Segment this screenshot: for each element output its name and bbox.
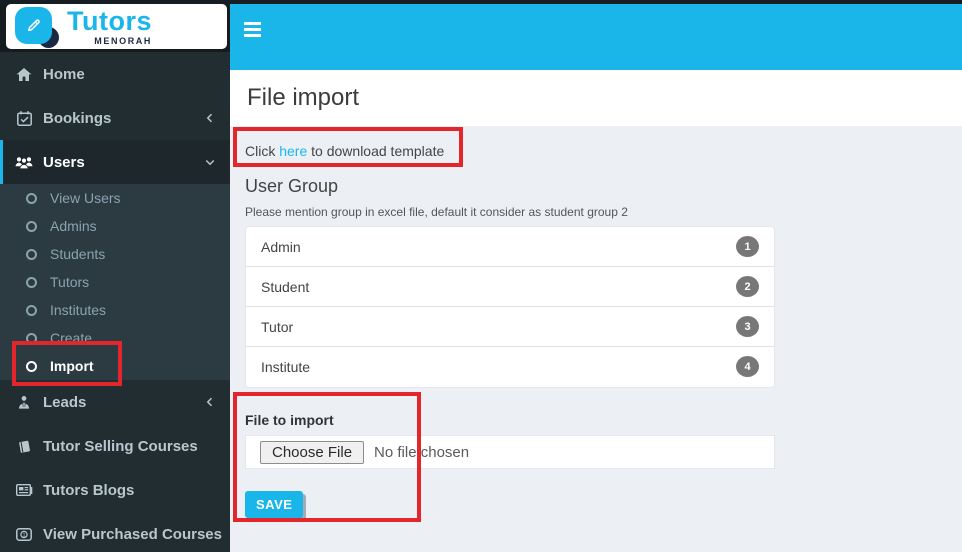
sidebar-item-leads[interactable]: Leads <box>0 380 230 424</box>
book-icon <box>14 439 34 454</box>
sidebar-subitem-institutes[interactable]: Institutes <box>0 296 230 324</box>
pencil-icon <box>15 6 52 44</box>
sidebar-subitem-import[interactable]: Import <box>0 352 230 380</box>
chevron-down-icon <box>204 156 216 168</box>
user-group-list: Admin 1 Student 2 Tutor 3 Institute 4 <box>245 226 775 388</box>
sidebar-subitem-label: Tutors <box>50 274 90 290</box>
sidebar-item-view-purchased-courses[interactable]: 1 View Purchased Courses <box>0 512 230 552</box>
circle-icon <box>26 304 37 316</box>
chevron-left-icon <box>204 396 216 408</box>
download-template-hint: Click here to download template <box>245 143 947 159</box>
circle-icon <box>26 360 37 372</box>
brand-name: Tutors <box>67 5 152 36</box>
users-submenu: View Users Admins Students Tutors Instit… <box>0 184 230 380</box>
app-window: Tutors MENORAH Home Bookings Users View … <box>0 0 962 552</box>
calendar-icon <box>14 110 34 126</box>
list-item-institute: Institute 4 <box>246 347 774 387</box>
group-badge: 2 <box>736 276 759 297</box>
user-group-hint: Please mention group in excel file, defa… <box>245 205 628 219</box>
group-name: Tutor <box>261 318 294 335</box>
group-name: Institute <box>261 359 311 375</box>
group-name: Student <box>261 278 310 295</box>
save-button[interactable]: SAVE <box>245 491 304 518</box>
sidebar-subitem-label: Admins <box>50 218 97 234</box>
circle-icon <box>26 248 37 260</box>
page-header: File import <box>230 70 962 126</box>
download-template-link[interactable]: here <box>279 143 307 159</box>
sidebar: Tutors MENORAH Home Bookings Users View … <box>0 0 230 552</box>
sidebar-item-tutor-selling-courses[interactable]: Tutor Selling Courses <box>0 424 230 468</box>
sidebar-item-label: Tutors Blogs <box>43 481 135 499</box>
home-icon <box>14 67 34 82</box>
svg-text:1: 1 <box>22 532 25 538</box>
brand-logo[interactable]: Tutors MENORAH <box>6 4 227 49</box>
top-navbar <box>230 4 962 70</box>
hint-text-post: to download template <box>307 143 445 159</box>
purchased-courses-icon: 1 <box>14 527 34 541</box>
sidebar-item-label: Leads <box>43 393 87 411</box>
sidebar-subitem-tutors[interactable]: Tutors <box>0 268 230 296</box>
list-item-student: Student 2 <box>246 267 774 307</box>
newspaper-icon <box>14 483 34 497</box>
sidebar-subitem-view-users[interactable]: View Users <box>0 184 230 212</box>
circle-icon <box>26 220 37 232</box>
hamburger-menu-icon[interactable] <box>244 22 261 40</box>
choose-file-button[interactable]: Choose File <box>260 440 365 464</box>
group-badge: 4 <box>736 356 759 377</box>
file-status-text: No file chosen <box>374 443 470 461</box>
brand-text: Tutors MENORAH <box>67 5 152 46</box>
sidebar-subitem-label: View Users <box>50 190 121 206</box>
sidebar-item-label: Users <box>43 153 85 171</box>
file-input[interactable]: Choose File No file chosen <box>245 435 775 469</box>
file-to-import-label: File to import <box>245 412 334 428</box>
sidebar-nav: Home Bookings Users View Users Admins St… <box>0 52 230 552</box>
page-title: File import <box>247 84 360 111</box>
sidebar-subitem-students[interactable]: Students <box>0 240 230 268</box>
logo-header: Tutors MENORAH <box>0 0 230 52</box>
list-item-admin: Admin 1 <box>246 227 774 267</box>
chevron-left-icon <box>204 112 216 124</box>
group-badge: 1 <box>736 236 759 257</box>
circle-icon <box>26 332 37 344</box>
leads-icon <box>14 395 34 410</box>
sidebar-subitem-create[interactable]: Create <box>0 324 230 352</box>
group-name: Admin <box>261 238 301 255</box>
hint-text-pre: Click <box>245 143 280 159</box>
group-badge: 3 <box>736 316 759 337</box>
page-content: Click here to download template User Gro… <box>230 126 962 552</box>
sidebar-item-home[interactable]: Home <box>0 52 230 96</box>
sidebar-item-label: Bookings <box>43 109 112 127</box>
circle-icon <box>26 192 37 204</box>
users-icon <box>14 155 34 170</box>
list-item-tutor: Tutor 3 <box>246 307 774 347</box>
sidebar-subitem-label: Students <box>50 246 106 262</box>
sidebar-item-users[interactable]: Users <box>0 140 230 184</box>
circle-icon <box>26 276 37 288</box>
sidebar-item-label: Home <box>43 65 85 83</box>
sidebar-subitem-label: Create <box>50 330 93 346</box>
brand-logo-mark <box>15 6 63 48</box>
sidebar-item-tutors-blogs[interactable]: Tutors Blogs <box>0 468 230 512</box>
sidebar-item-label: Tutor Selling Courses <box>43 437 198 455</box>
sidebar-subitem-label: Institutes <box>50 302 107 318</box>
sidebar-subitem-label: Import <box>50 358 94 374</box>
sidebar-item-label: View Purchased Courses <box>43 525 222 543</box>
user-group-title: User Group <box>245 176 339 196</box>
top-border-strip <box>0 0 962 4</box>
main-area: File import Click here to download templ… <box>230 0 962 552</box>
sidebar-subitem-admins[interactable]: Admins <box>0 212 230 240</box>
brand-subtitle: MENORAH <box>94 35 152 46</box>
sidebar-item-bookings[interactable]: Bookings <box>0 96 230 140</box>
